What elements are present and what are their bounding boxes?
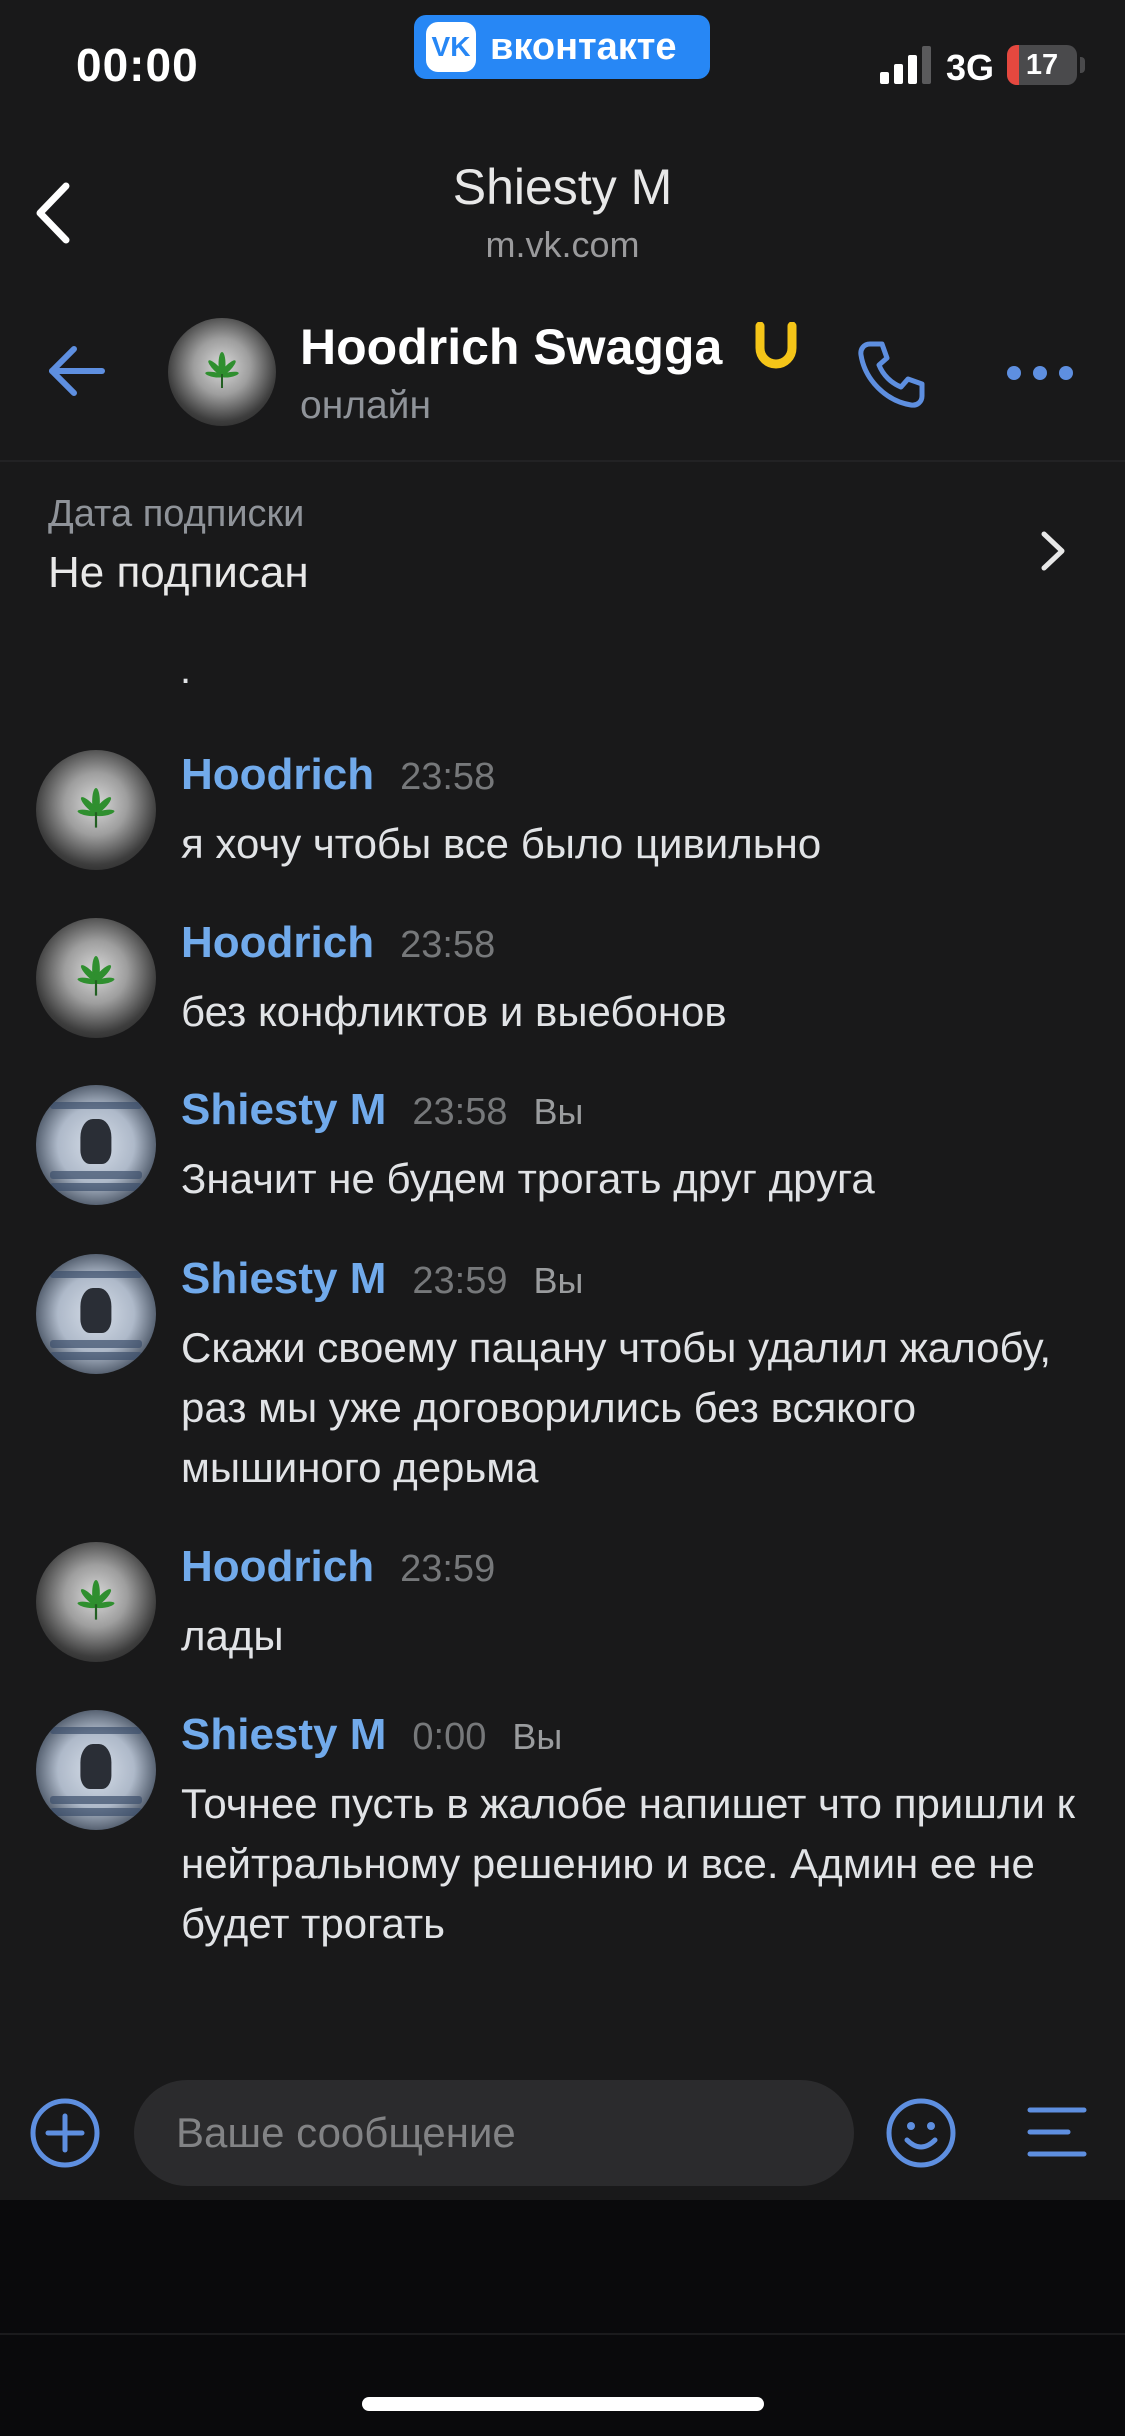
- message-time: 0:00: [412, 1716, 487, 1758]
- battery-icon: 17: [1007, 45, 1077, 85]
- phone-icon[interactable]: [854, 338, 928, 412]
- author-avatar[interactable]: [36, 1710, 156, 1830]
- subscription-label: Дата подписки: [48, 493, 305, 535]
- message-time: 23:59: [412, 1260, 508, 1302]
- message-time: 23:59: [400, 1548, 496, 1590]
- battery-percent: 17: [1025, 49, 1059, 81]
- author-avatar[interactable]: [36, 918, 156, 1038]
- status-time: 00:00: [76, 39, 199, 91]
- author-avatar[interactable]: [36, 1254, 156, 1374]
- message-time: 23:58: [412, 1091, 508, 1133]
- menu-lines-icon[interactable]: [1024, 2102, 1088, 2162]
- message-text: .: [180, 648, 192, 692]
- more-dots-icon[interactable]: [1004, 358, 1076, 388]
- network-type: 3G: [946, 47, 995, 88]
- divider: [0, 2333, 1125, 2335]
- message-text: Точнее пусть в жалобе напишет что пришли…: [181, 1780, 1075, 1947]
- balaclava-figure: [80, 1118, 112, 1165]
- author-avatar[interactable]: [36, 1542, 156, 1662]
- message-time: 23:58: [400, 924, 496, 966]
- emoji-icon[interactable]: [884, 2096, 958, 2170]
- message-you-label: Вы: [512, 1716, 563, 1757]
- message-text: Скажи своему пацану чтобы удалил жалобу,…: [181, 1324, 1052, 1491]
- contact-avatar[interactable]: [168, 318, 276, 426]
- message-author[interactable]: Shiesty M: [181, 1710, 386, 1760]
- message-you-label: Вы: [533, 1091, 584, 1132]
- back-arrow-icon[interactable]: [46, 343, 108, 399]
- page-url: m.vk.com: [485, 224, 640, 265]
- chevron-right-icon[interactable]: [1036, 528, 1070, 574]
- message-text: я хочу чтобы все было цивильно: [181, 820, 822, 867]
- vk-logo-icon: VK: [426, 22, 476, 72]
- message-text: без конфликтов и выебонов: [181, 988, 727, 1035]
- message-you-label: Вы: [533, 1260, 584, 1301]
- message-author[interactable]: Shiesty M: [181, 1085, 386, 1135]
- balaclava-figure: [80, 1287, 112, 1334]
- vk-badge-label: вконтакте: [490, 25, 677, 68]
- message-time: 23:58: [400, 756, 496, 798]
- cannabis-leaf-icon: [77, 1580, 115, 1620]
- balaclava-figure: [80, 1743, 112, 1790]
- page-title: Shiesty M: [452, 159, 673, 215]
- cannabis-leaf-icon: [205, 352, 239, 388]
- cannabis-leaf-icon: [77, 956, 115, 996]
- message-input[interactable]: [134, 2080, 854, 2186]
- contact-status: онлайн: [300, 384, 431, 427]
- message-author[interactable]: Hoodrich: [181, 750, 374, 800]
- home-indicator[interactable]: [362, 2397, 764, 2411]
- author-avatar[interactable]: [36, 750, 156, 870]
- message-text: лады: [181, 1612, 284, 1659]
- cannabis-leaf-icon: [77, 788, 115, 828]
- signal-icon: [880, 46, 931, 84]
- vk-app-badge[interactable]: VK вконтакте: [414, 15, 710, 79]
- horseshoe-icon: [755, 322, 797, 369]
- plus-circle-icon[interactable]: [28, 2096, 102, 2170]
- message-text: Значит не будем трогать друг друга: [181, 1155, 875, 1202]
- author-avatar[interactable]: [36, 1085, 156, 1205]
- message-author[interactable]: Shiesty M: [181, 1254, 386, 1304]
- battery-cap: [1080, 57, 1085, 73]
- message-author[interactable]: Hoodrich: [181, 918, 374, 968]
- message-author[interactable]: Hoodrich: [181, 1542, 374, 1592]
- contact-name[interactable]: Hoodrich Swagga: [300, 318, 722, 376]
- subscription-value[interactable]: Не подписан: [48, 548, 309, 598]
